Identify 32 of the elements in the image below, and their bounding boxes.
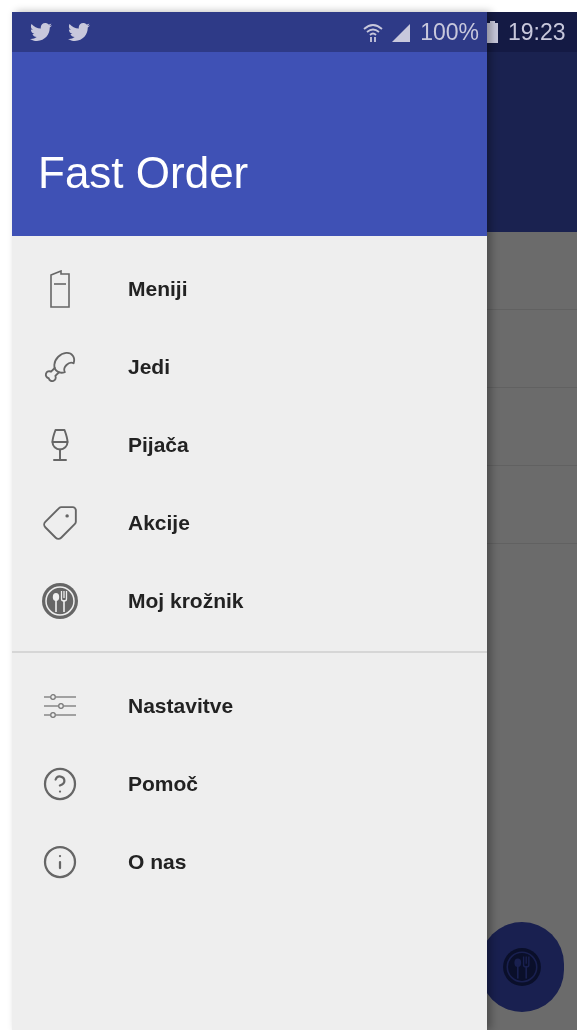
signal-icon [390, 22, 413, 42]
battery-icon [487, 21, 498, 43]
drawer-item[interactable]: Pijača [12, 406, 487, 484]
drawer-item-label: Jedi [128, 354, 171, 381]
clock-time: 19:23 [508, 17, 566, 47]
battery-percent: 100% [420, 17, 479, 47]
drawer-item[interactable]: Meniji [12, 250, 487, 328]
tag-icon [41, 504, 79, 542]
bird-icon [68, 21, 90, 43]
drawer-item[interactable]: O nas [12, 823, 487, 901]
plate-cutlery-icon [41, 582, 79, 620]
drawer-item-label: Nastavitve [128, 693, 234, 720]
plate-cutlery-icon [502, 947, 542, 987]
info-icon [42, 844, 78, 880]
drawer-item-label: Pomoč [128, 771, 198, 798]
drawer-item[interactable]: Pomoč [12, 745, 487, 823]
drawer-item-label: O nas [128, 849, 187, 876]
drawer-item[interactable]: Nastavitve [12, 667, 487, 745]
bird-icon [30, 21, 52, 43]
drumstick-icon [43, 350, 77, 384]
drawer-item[interactable]: Moj krožnik [12, 562, 487, 640]
sliders-icon [43, 694, 77, 718]
menu-card-icon [49, 270, 71, 308]
drawer-item-label: Akcije [128, 510, 190, 537]
drawer-item-label: Moj krožnik [128, 588, 244, 615]
drawer-item-label: Pijača [128, 432, 189, 459]
wifi-icon [362, 22, 385, 42]
drawer-item[interactable]: Akcije [12, 484, 487, 562]
drawer-item-label: Meniji [128, 276, 188, 303]
drawer-item[interactable]: Jedi [12, 328, 487, 406]
app-title: Fast Order [38, 147, 249, 199]
help-icon [42, 766, 78, 802]
